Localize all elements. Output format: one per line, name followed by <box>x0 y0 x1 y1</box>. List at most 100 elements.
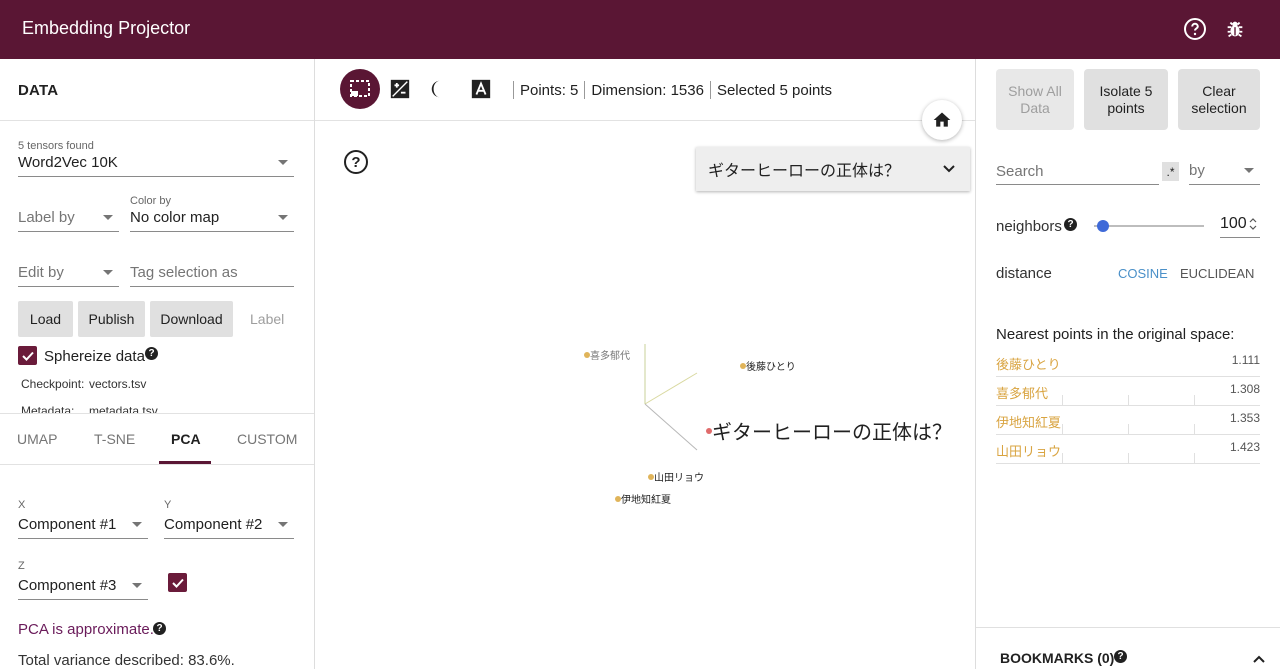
metadata-value: metadata.tsv <box>89 404 158 413</box>
bookmarks-label: BOOKMARKS (0) <box>1000 650 1115 666</box>
download-button[interactable]: Download <box>150 301 233 337</box>
projection-stats: Points: 5 Dimension: 1536 Selected 5 poi… <box>507 81 832 99</box>
sphereize-label: Sphereize data <box>44 348 145 365</box>
label-button[interactable]: Label <box>250 311 284 327</box>
tag-selection-placeholder: Tag selection as <box>130 264 238 281</box>
selected-point-label: ギターヒーローの正体は？ <box>708 163 901 180</box>
regex-toggle[interactable]: .* <box>1162 162 1179 181</box>
show-all-data-button[interactable]: Show All Data <box>996 69 1074 130</box>
help-icon[interactable] <box>1182 16 1208 42</box>
nearest-point-distance: 1.353 <box>1229 411 1260 425</box>
point-marker[interactable] <box>584 352 590 358</box>
tab-pca[interactable]: PCA <box>171 431 201 447</box>
nearest-point-row[interactable]: 後藤ひとり 1.111 <box>996 348 1260 377</box>
divider <box>0 120 314 121</box>
help-icon[interactable]: ? <box>153 622 166 635</box>
axis-line <box>644 372 698 405</box>
chevron-up-icon[interactable] <box>1252 652 1266 666</box>
projection-view: Points: 5 Dimension: 1536 Selected 5 poi… <box>315 59 975 669</box>
nearest-point-name[interactable]: 喜多郁代 <box>996 383 1048 402</box>
x-component-select[interactable]: Component #1 <box>18 511 148 539</box>
neighbors-slider-thumb[interactable] <box>1097 220 1110 232</box>
chevron-down-icon <box>103 215 113 220</box>
help-icon[interactable]: ? <box>1064 218 1077 231</box>
label-by-select[interactable]: Label by <box>18 204 119 232</box>
selected-point-card[interactable]: ギターヒーローの正体は？ <box>696 147 970 191</box>
inspector-panel: Show All Data Isolate 5 points Clear sel… <box>975 59 1280 669</box>
point-marker[interactable] <box>740 363 746 369</box>
point-label: ギターヒーローの正体は？ <box>712 420 952 444</box>
variance-text: Total variance described: 83.6%. <box>18 652 235 669</box>
z-enabled-checkbox[interactable] <box>168 573 187 592</box>
tab-umap[interactable]: UMAP <box>17 431 57 447</box>
search-input[interactable]: Search <box>996 159 1159 185</box>
active-tab-indicator <box>159 461 211 464</box>
nearest-point-name[interactable]: 後藤ひとり <box>996 354 1061 373</box>
night-mode-button[interactable] <box>380 69 420 109</box>
x-label: X <box>18 499 26 511</box>
check-icon <box>171 578 184 588</box>
color-by-select[interactable]: No color map <box>130 204 294 232</box>
load-button[interactable]: Load <box>18 301 73 337</box>
search-by-select[interactable]: by <box>1189 157 1260 185</box>
nearest-point-row[interactable]: 山田リョウ 1.423 <box>996 435 1260 464</box>
z-label: Z <box>18 560 25 572</box>
point-label: 後藤ひとり <box>746 360 796 373</box>
bug-icon[interactable] <box>1222 16 1248 42</box>
checkpoint-value: vectors.tsv <box>89 377 147 391</box>
euclidean-distance-option[interactable]: EUCLIDEAN <box>1180 266 1254 281</box>
edit-by-select[interactable]: Edit by <box>18 259 119 287</box>
help-icon[interactable]: ? <box>344 150 368 174</box>
metadata-key: Metadata: <box>21 404 75 413</box>
z-component-select[interactable]: Component #3 <box>18 572 148 600</box>
neighbors-label: neighbors <box>996 218 1062 235</box>
data-panel: DATA 5 tensors found Word2Vec 10K Label … <box>0 59 315 669</box>
tensor-select-value: Word2Vec 10K <box>18 154 118 171</box>
point-marker-selected[interactable] <box>706 428 712 434</box>
help-icon[interactable]: ? <box>1114 650 1127 663</box>
isolate-points-button[interactable]: Isolate 5 points <box>1084 69 1168 130</box>
point-marker[interactable] <box>615 496 621 502</box>
chevron-down-icon <box>103 270 113 275</box>
projection-tabs: UMAP T-SNE PCA CUSTOM <box>0 413 314 465</box>
chevron-down-icon <box>278 160 288 165</box>
divider <box>315 120 975 121</box>
point-marker[interactable] <box>648 474 654 480</box>
chevron-down-icon <box>1244 168 1254 173</box>
sphereize-checkbox[interactable] <box>18 346 37 365</box>
nearest-point-distance: 1.423 <box>1229 440 1260 454</box>
app-header: Embedding Projector <box>0 0 1280 59</box>
reset-view-button[interactable] <box>922 100 962 140</box>
z-component-value: Component #3 <box>18 577 117 594</box>
help-icon[interactable]: ? <box>145 347 158 360</box>
nearest-point-distance: 1.111 <box>1231 353 1260 367</box>
nearest-point-name[interactable]: 山田リョウ <box>996 441 1061 460</box>
label-toggle-button[interactable] <box>461 69 501 109</box>
distance-tick <box>1128 453 1129 463</box>
tensor-select[interactable]: Word2Vec 10K <box>18 149 294 177</box>
y-component-select[interactable]: Component #2 <box>164 511 294 539</box>
tab-custom[interactable]: CUSTOM <box>237 431 297 447</box>
bookmarks-panel[interactable]: BOOKMARKS (0) ? <box>976 627 1280 669</box>
points-count: Points: 5 <box>520 81 579 99</box>
neighbors-value: 100 <box>1220 215 1247 232</box>
cosine-distance-option[interactable]: COSINE <box>1118 266 1168 281</box>
tab-tsne[interactable]: T-SNE <box>94 431 135 447</box>
separator <box>709 81 711 99</box>
tag-selection-input[interactable]: Tag selection as <box>130 259 294 287</box>
nearest-point-row[interactable]: 喜多郁代 1.308 <box>996 377 1260 406</box>
distance-tick <box>1128 395 1129 405</box>
pca-note: PCA is approximate. <box>18 621 154 638</box>
distance-tick <box>1194 424 1195 434</box>
neighbors-number-input[interactable]: 100 <box>1220 211 1260 238</box>
neighbors-slider[interactable] <box>1094 225 1204 227</box>
dark-theme-button[interactable] <box>420 69 460 109</box>
publish-button[interactable]: Publish <box>78 301 145 337</box>
chevron-down-icon <box>278 215 288 220</box>
nearest-point-row[interactable]: 伊地知紅夏 1.353 <box>996 406 1260 435</box>
nearest-point-name[interactable]: 伊地知紅夏 <box>996 412 1061 431</box>
selection-mode-button[interactable] <box>340 69 380 109</box>
clear-selection-button[interactable]: Clear selection <box>1178 69 1260 130</box>
y-label: Y <box>164 499 172 511</box>
x-component-value: Component #1 <box>18 516 117 533</box>
